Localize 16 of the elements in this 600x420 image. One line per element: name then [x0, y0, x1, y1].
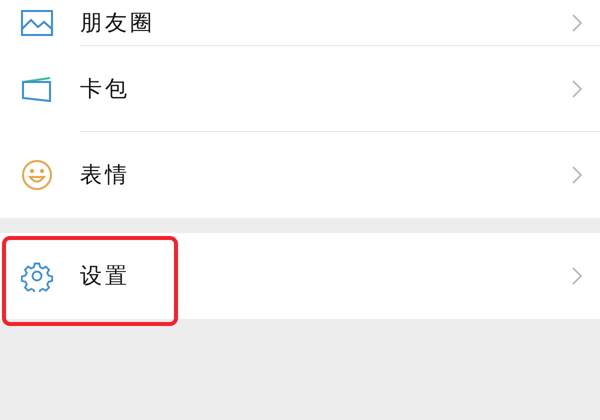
- menu-item[interactable]: 设置: [0, 233, 600, 319]
- card-icon: [20, 74, 54, 104]
- menu-item[interactable]: 朋友圈: [0, 0, 600, 46]
- settings-icon: [21, 260, 53, 292]
- picture-icon: [20, 9, 54, 37]
- chevron-icon: [572, 166, 582, 184]
- item-label: 表情: [80, 162, 130, 190]
- menu-item[interactable]: 表情: [0, 132, 600, 218]
- smiley-icon: [21, 159, 53, 191]
- item-label: 朋友圈: [80, 10, 155, 38]
- chevron-icon: [572, 267, 582, 285]
- chevron-icon: [572, 14, 582, 32]
- item-label: 卡包: [80, 76, 130, 104]
- chevron-icon: [572, 80, 582, 98]
- item-label: 设置: [80, 263, 130, 291]
- menu-item[interactable]: 卡包: [0, 46, 600, 132]
